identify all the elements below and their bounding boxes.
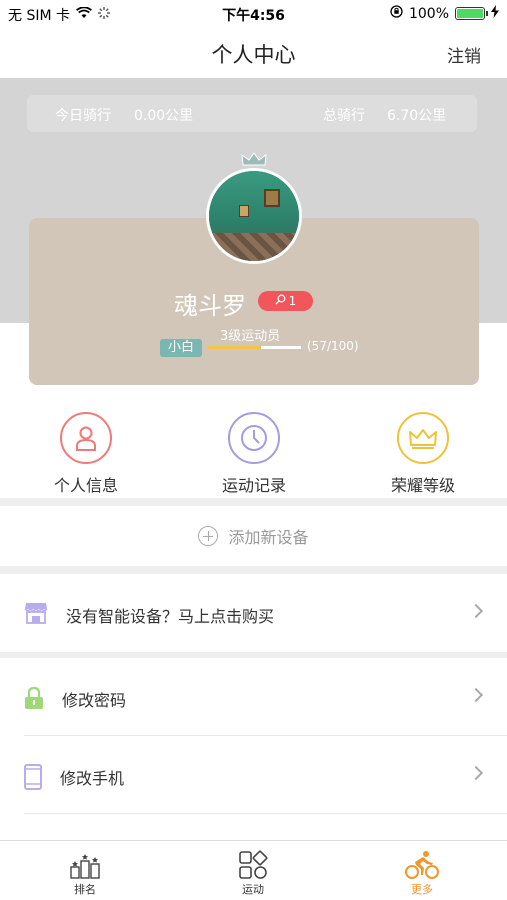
message-badge[interactable]: 1: [258, 291, 313, 311]
personal-info-label: 个人信息: [53, 476, 118, 495]
today-ride-label: 今日骑行: [55, 108, 111, 124]
chevron-right-icon: [468, 603, 484, 619]
change-phone-label: 修改手机: [60, 769, 125, 788]
tab-exercise-label: 运动: [242, 883, 264, 896]
crown-outline-icon: [397, 412, 449, 464]
battery-icon: [455, 7, 488, 20]
orientation-lock-icon: [390, 5, 403, 22]
level-progress-text: (57/100): [307, 339, 359, 353]
quick-actions: 个人信息 运动记录 荣耀等级: [0, 395, 507, 500]
navigation-bar: 个人中心 注销: [0, 28, 507, 78]
section-divider: [0, 566, 507, 574]
page-title: 个人中心: [211, 43, 296, 67]
buy-device-row[interactable]: 没有智能设备？马上点击购买: [0, 574, 507, 652]
row-divider: [24, 813, 507, 814]
phone-icon: [24, 764, 42, 794]
battery-percent: 100%: [408, 5, 449, 22]
personal-info-button[interactable]: 个人信息: [26, 412, 146, 496]
user-icon: [60, 412, 112, 464]
change-password-label: 修改密码: [62, 691, 127, 710]
level-progress-bar: [208, 346, 301, 349]
total-ride-value: 6.70公里: [387, 108, 447, 124]
ride-stats-bar: 今日骑行 0.00公里 总骑行 6.70公里: [27, 95, 477, 132]
tab-more-label: 更多: [411, 883, 433, 896]
rank-tag: 小白: [160, 339, 202, 357]
level-label: 3级运动员: [220, 329, 281, 344]
avatar[interactable]: [206, 168, 302, 264]
plus-circle-icon: [198, 526, 219, 546]
logout-button[interactable]: 注销: [447, 42, 481, 67]
add-device-label: 添加新设备: [228, 528, 309, 547]
cyclist-icon: [382, 849, 462, 881]
chevron-right-icon: [468, 765, 484, 781]
today-ride-value: 0.00公里: [134, 108, 194, 124]
crown-icon: [241, 152, 267, 168]
shop-icon: [24, 602, 48, 628]
charging-icon: [491, 5, 499, 22]
tab-exercise[interactable]: 运动: [213, 849, 293, 897]
change-password-row[interactable]: 修改密码: [0, 658, 507, 736]
total-ride-label: 总骑行: [323, 108, 365, 124]
tab-ranking-label: 排名: [74, 883, 96, 896]
status-bar: 无 SIM 卡 下午4:56 100%: [0, 0, 507, 28]
buy-device-label: 没有智能设备？马上点击购买: [66, 607, 275, 626]
add-device-button[interactable]: 添加新设备: [0, 506, 507, 566]
exercise-record-label: 运动记录: [221, 476, 286, 495]
section-divider: [0, 498, 507, 506]
tab-more[interactable]: 更多: [382, 849, 462, 897]
exercise-record-button[interactable]: 运动记录: [194, 412, 314, 496]
lock-icon: [24, 686, 44, 714]
honor-level-button[interactable]: 荣耀等级: [363, 412, 483, 496]
tab-bar: 排名 运动 更多: [0, 840, 507, 900]
change-phone-row[interactable]: 修改手机: [0, 736, 507, 814]
badge-count: 1: [288, 294, 297, 308]
exercise-grid-icon: [213, 849, 293, 881]
ranking-icon: [45, 849, 125, 881]
tab-ranking[interactable]: 排名: [45, 849, 125, 897]
clock-icon: [228, 412, 280, 464]
honor-level-label: 荣耀等级: [390, 476, 455, 495]
chevron-right-icon: [468, 687, 484, 703]
username: 魂斗罗: [174, 292, 246, 320]
search-icon: [275, 294, 286, 308]
